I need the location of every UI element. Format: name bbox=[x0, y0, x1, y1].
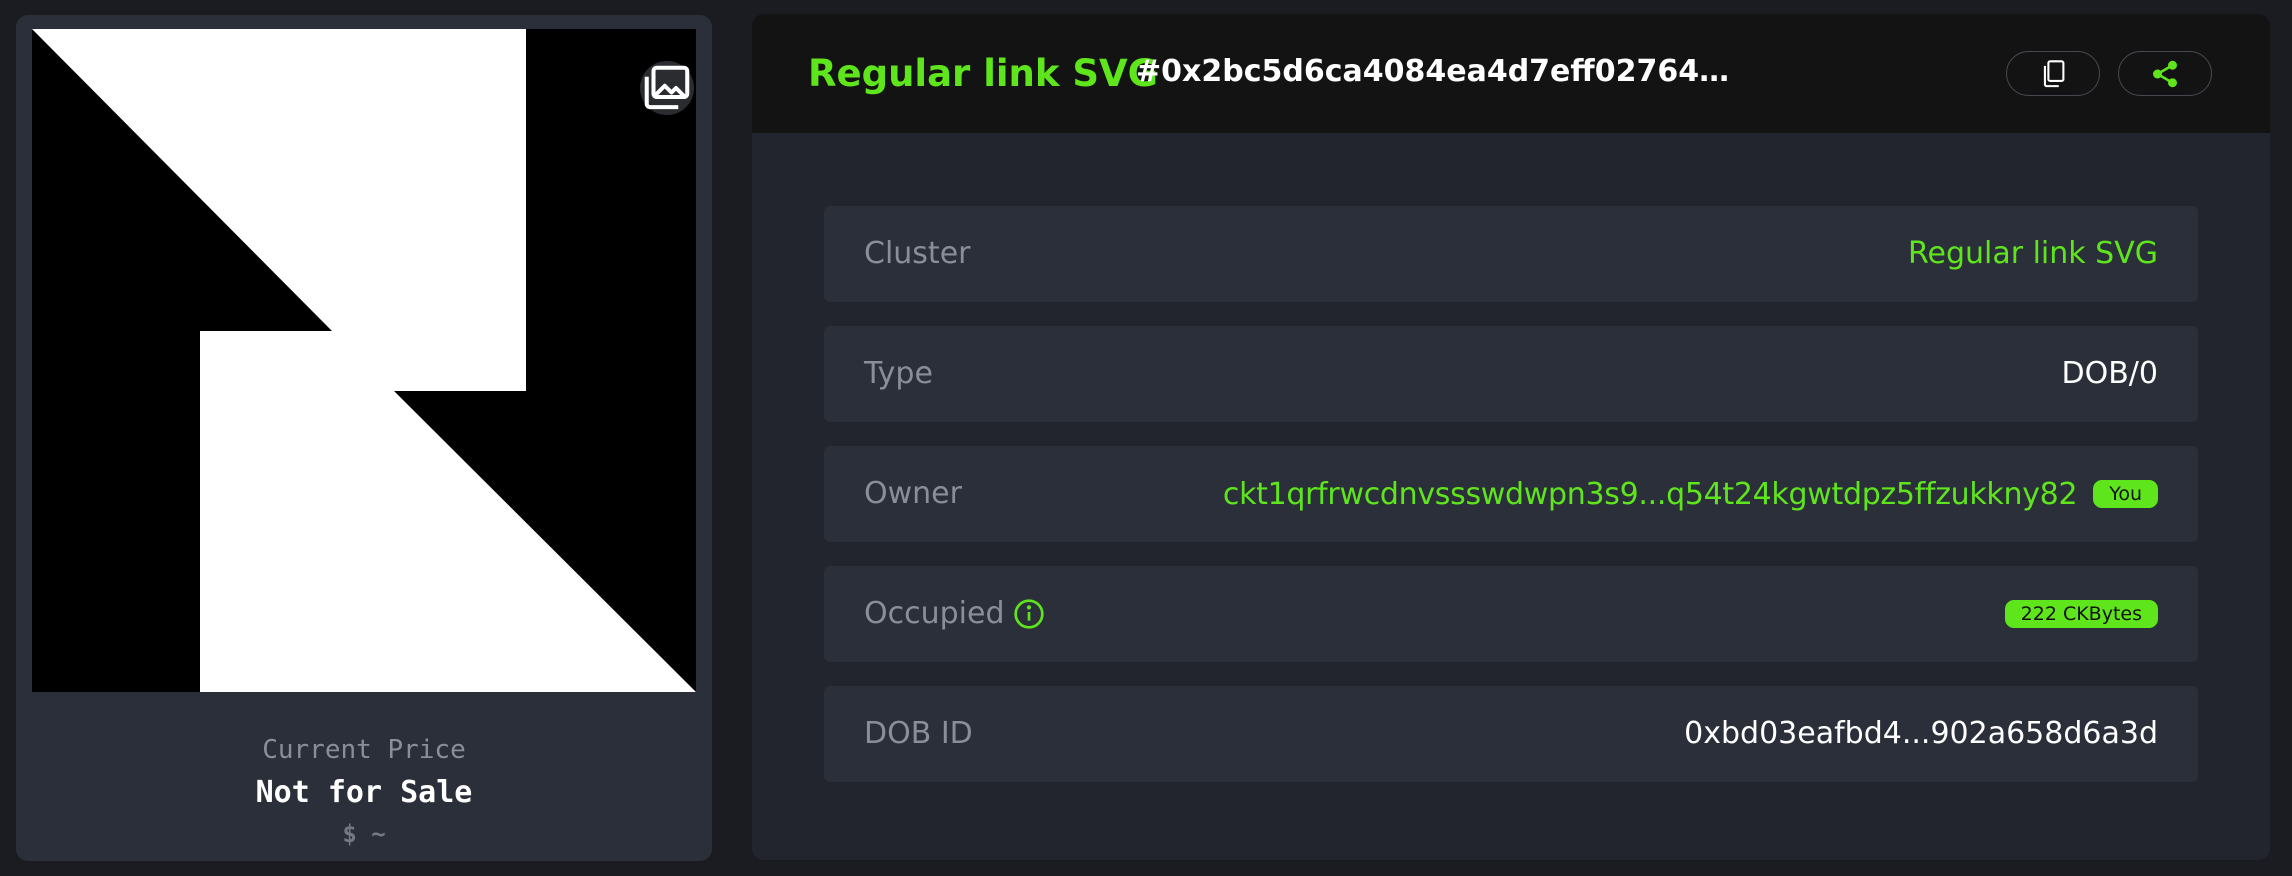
occupied-row: Occupied 222 CKBytes bbox=[824, 566, 2198, 662]
dob-artwork[interactable] bbox=[32, 29, 696, 692]
details-header: Regular link SVG #0x2bc5d6ca4084ea4d7eff… bbox=[752, 14, 2270, 133]
current-price-label: Current Price bbox=[262, 735, 466, 765]
info-icon[interactable] bbox=[1013, 598, 1045, 630]
occupied-value-group: 222 CKBytes bbox=[2004, 566, 2158, 662]
share-button[interactable] bbox=[2118, 51, 2212, 96]
type-value: DOB/0 bbox=[2061, 356, 2159, 391]
dob-hash: #0x2bc5d6ca4084ea4d7eff02764d84df4be116c… bbox=[1136, 54, 1736, 89]
cluster-link[interactable]: Regular link SVG bbox=[1908, 206, 2158, 302]
owner-value-group: ckt1qrfrwcdnvssswdwpn3s9...q54t24kgwtdpz… bbox=[1223, 446, 2158, 542]
copy-icon bbox=[2043, 59, 2065, 87]
owner-row: Owner ckt1qrfrwcdnvssswdwpn3s9...q54t24k… bbox=[824, 446, 2198, 542]
price-value: Not for Sale bbox=[255, 775, 473, 810]
occupied-label: Occupied bbox=[864, 596, 1005, 631]
dob-id-value: 0xbd03eafbd4...902a658d6a3d bbox=[1684, 716, 2158, 751]
cluster-title[interactable]: Regular link SVG bbox=[808, 52, 1158, 95]
owner-label: Owner bbox=[864, 476, 962, 511]
dob-details-panel: Regular link SVG #0x2bc5d6ca4084ea4d7eff… bbox=[752, 14, 2270, 860]
price-section: Current Price Not for Sale $ ~ bbox=[16, 702, 712, 861]
price-usd: $ ~ bbox=[342, 820, 386, 848]
dob-card: Current Price Not for Sale $ ~ bbox=[16, 15, 712, 861]
artwork-svg bbox=[32, 29, 696, 692]
you-badge: You bbox=[2093, 480, 2158, 508]
type-label: Type bbox=[864, 356, 933, 391]
share-icon bbox=[2153, 60, 2177, 87]
gallery-icon[interactable] bbox=[640, 61, 694, 115]
occupied-badge: 222 CKBytes bbox=[2004, 600, 2158, 628]
dob-id-row: DOB ID 0xbd03eafbd4...902a658d6a3d bbox=[824, 686, 2198, 782]
owner-address-link[interactable]: ckt1qrfrwcdnvssswdwpn3s9...q54t24kgwtdpz… bbox=[1223, 477, 2078, 512]
copy-button[interactable] bbox=[2006, 51, 2100, 96]
dob-id-label: DOB ID bbox=[864, 716, 973, 751]
type-row: Type DOB/0 bbox=[824, 326, 2198, 422]
cluster-row: Cluster Regular link SVG bbox=[824, 206, 2198, 302]
cluster-label: Cluster bbox=[864, 236, 971, 271]
